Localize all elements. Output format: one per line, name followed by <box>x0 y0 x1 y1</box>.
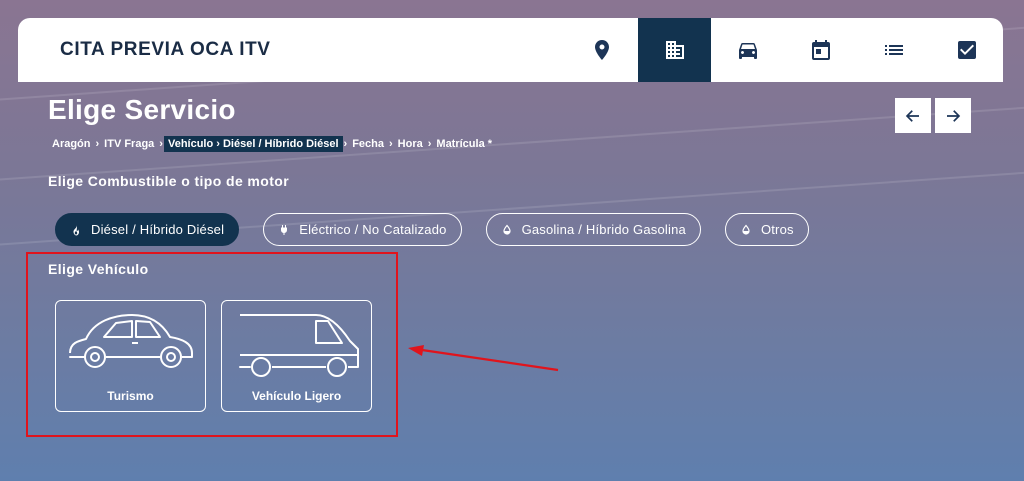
back-button[interactable] <box>895 98 931 133</box>
fuel-option-gasoline[interactable]: Gasolina / Híbrido Gasolina <box>485 213 701 246</box>
fuel-option-other[interactable]: Otros <box>724 213 809 246</box>
breadcrumb-plate[interactable]: Matrícula * <box>432 136 496 152</box>
fuel-option-label: Diésel / Híbrido Diésel <box>91 222 225 237</box>
car-icon <box>738 43 757 59</box>
page-title: Elige Servicio <box>48 94 236 125</box>
brand-title: CITA PREVIA OCA ITV <box>60 39 271 60</box>
building-icon <box>665 41 684 59</box>
fuel-option-diesel[interactable]: Diésel / Híbrido Diésel <box>55 213 240 246</box>
fuel-section-label: Elige Combustible o tipo de motor <box>48 173 290 189</box>
vehicle-card-label: Turismo <box>107 389 154 403</box>
list-icon <box>884 45 903 55</box>
fuel-option-electric[interactable]: Eléctrico / No Catalizado <box>263 213 462 246</box>
breadcrumb-time[interactable]: Hora <box>394 136 427 152</box>
fuel-option-label: Gasolina / Híbrido Gasolina <box>521 222 686 237</box>
main-content: Elige Servicio Aragón › ITV Fraga › Vehí… <box>18 82 1003 481</box>
checkbox-icon <box>957 41 976 59</box>
nav-location[interactable] <box>565 18 638 82</box>
step-nav <box>565 18 1003 82</box>
vehicle-card-turismo[interactable]: Turismo <box>55 300 206 412</box>
nav-confirm[interactable] <box>930 18 1003 82</box>
drop-icon <box>740 224 752 236</box>
breadcrumb: Aragón › ITV Fraga › Vehículo › Diésel /… <box>48 136 496 152</box>
nav-station[interactable] <box>638 18 711 82</box>
fuel-option-label: Otros <box>760 222 794 237</box>
drop-icon <box>501 224 513 236</box>
fuel-option-label: Eléctrico / No Catalizado <box>299 222 447 237</box>
vehicle-card-ligero[interactable]: Vehículo Ligero <box>221 300 372 412</box>
breadcrumb-station[interactable]: ITV Fraga <box>100 136 158 152</box>
calendar-icon <box>811 40 830 60</box>
nav-date[interactable] <box>784 18 857 82</box>
step-arrows <box>895 98 971 133</box>
van-icon <box>238 314 359 377</box>
breadcrumb-region[interactable]: Aragón <box>48 136 95 152</box>
arrow-left-icon <box>905 109 919 122</box>
nav-vehicle[interactable] <box>711 18 784 82</box>
plug-icon <box>278 224 290 236</box>
vehicle-card-label: Vehículo Ligero <box>251 389 342 403</box>
fuel-options: Diésel / Híbrido Diésel Eléctrico / No C… <box>55 213 833 246</box>
location-pin-icon <box>594 40 609 60</box>
next-button[interactable] <box>935 98 971 133</box>
top-bar: CITA PREVIA OCA ITV <box>18 18 1003 82</box>
annotation-arrow <box>408 345 559 372</box>
beetle-car-icon <box>68 314 193 368</box>
breadcrumb-vehicle[interactable]: Vehículo › Diésel / Híbrido Diésel <box>163 136 343 152</box>
arrow-right-icon <box>947 109 961 122</box>
nav-summary[interactable] <box>857 18 930 82</box>
breadcrumb-date[interactable]: Fecha <box>348 136 388 152</box>
vehicle-section-label: Elige Vehículo <box>48 261 149 277</box>
flame-icon <box>70 224 82 236</box>
